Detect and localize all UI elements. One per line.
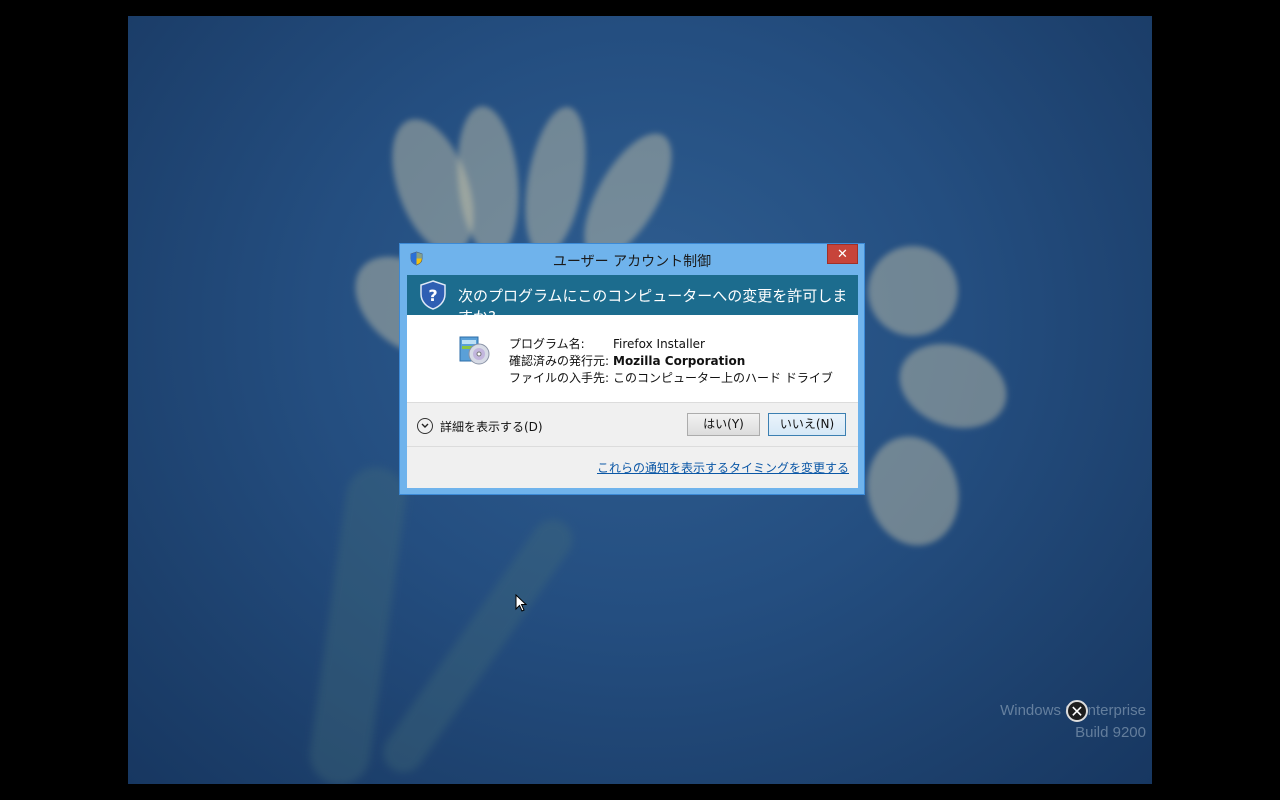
svg-text:?: ?	[428, 286, 437, 305]
question-banner: ? 次のプログラムにこのコンピューターへの変更を許可しますか?	[407, 275, 858, 326]
close-button[interactable]: ✕	[827, 244, 858, 264]
flower-stem	[375, 511, 581, 781]
dialog-controls: 詳細を表示する(D) はい(Y) いいえ(N)	[407, 402, 858, 446]
flower-petal	[855, 426, 971, 556]
origin-value: このコンピューター上のハード ドライブ	[613, 371, 833, 385]
origin-label: ファイルの入手先:	[509, 371, 610, 385]
no-button[interactable]: いいえ(N)	[768, 413, 846, 436]
publisher-value: Mozilla Corporation	[613, 354, 746, 368]
yes-button[interactable]: はい(Y)	[687, 413, 760, 436]
show-details-toggle[interactable]: 詳細を表示する(D)	[417, 416, 543, 436]
flower-petal	[887, 329, 1019, 443]
origin-row: ファイルの入手先: このコンピューター上のハード ドライブ	[509, 369, 833, 386]
question-shield-icon: ?	[420, 280, 446, 310]
close-circle-icon[interactable]: ✕	[1066, 700, 1088, 722]
flower-petal	[868, 246, 958, 336]
watermark-build: Build 9200	[1075, 724, 1146, 741]
installer-cd-icon	[459, 336, 490, 365]
uac-dialog: ユーザー アカウント制御 ✕ ? 次のプログラムにこのコンピューターへの変更を許…	[399, 243, 865, 495]
chevron-down-icon	[417, 418, 433, 434]
publisher-label: 確認済みの発行元:	[509, 354, 610, 368]
program-name-row: プログラム名: Firefox Installer	[509, 335, 705, 352]
program-info-panel: プログラム名: Firefox Installer 確認済みの発行元: Mozill…	[407, 315, 858, 402]
dialog-footer: これらの通知を表示するタイミングを変更する	[407, 446, 858, 488]
notification-settings-link[interactable]: これらの通知を表示するタイミングを変更する	[597, 459, 849, 476]
dialog-title: ユーザー アカウント制御	[552, 254, 712, 270]
program-name-label: プログラム名:	[509, 337, 585, 351]
dialog-titlebar: ユーザー アカウント制御 ✕	[400, 244, 864, 274]
program-name-value: Firefox Installer	[613, 337, 705, 351]
show-details-label: 詳細を表示する(D)	[440, 419, 543, 434]
mouse-cursor-icon	[515, 594, 527, 612]
publisher-row: 確認済みの発行元: Mozilla Corporation	[509, 352, 745, 369]
